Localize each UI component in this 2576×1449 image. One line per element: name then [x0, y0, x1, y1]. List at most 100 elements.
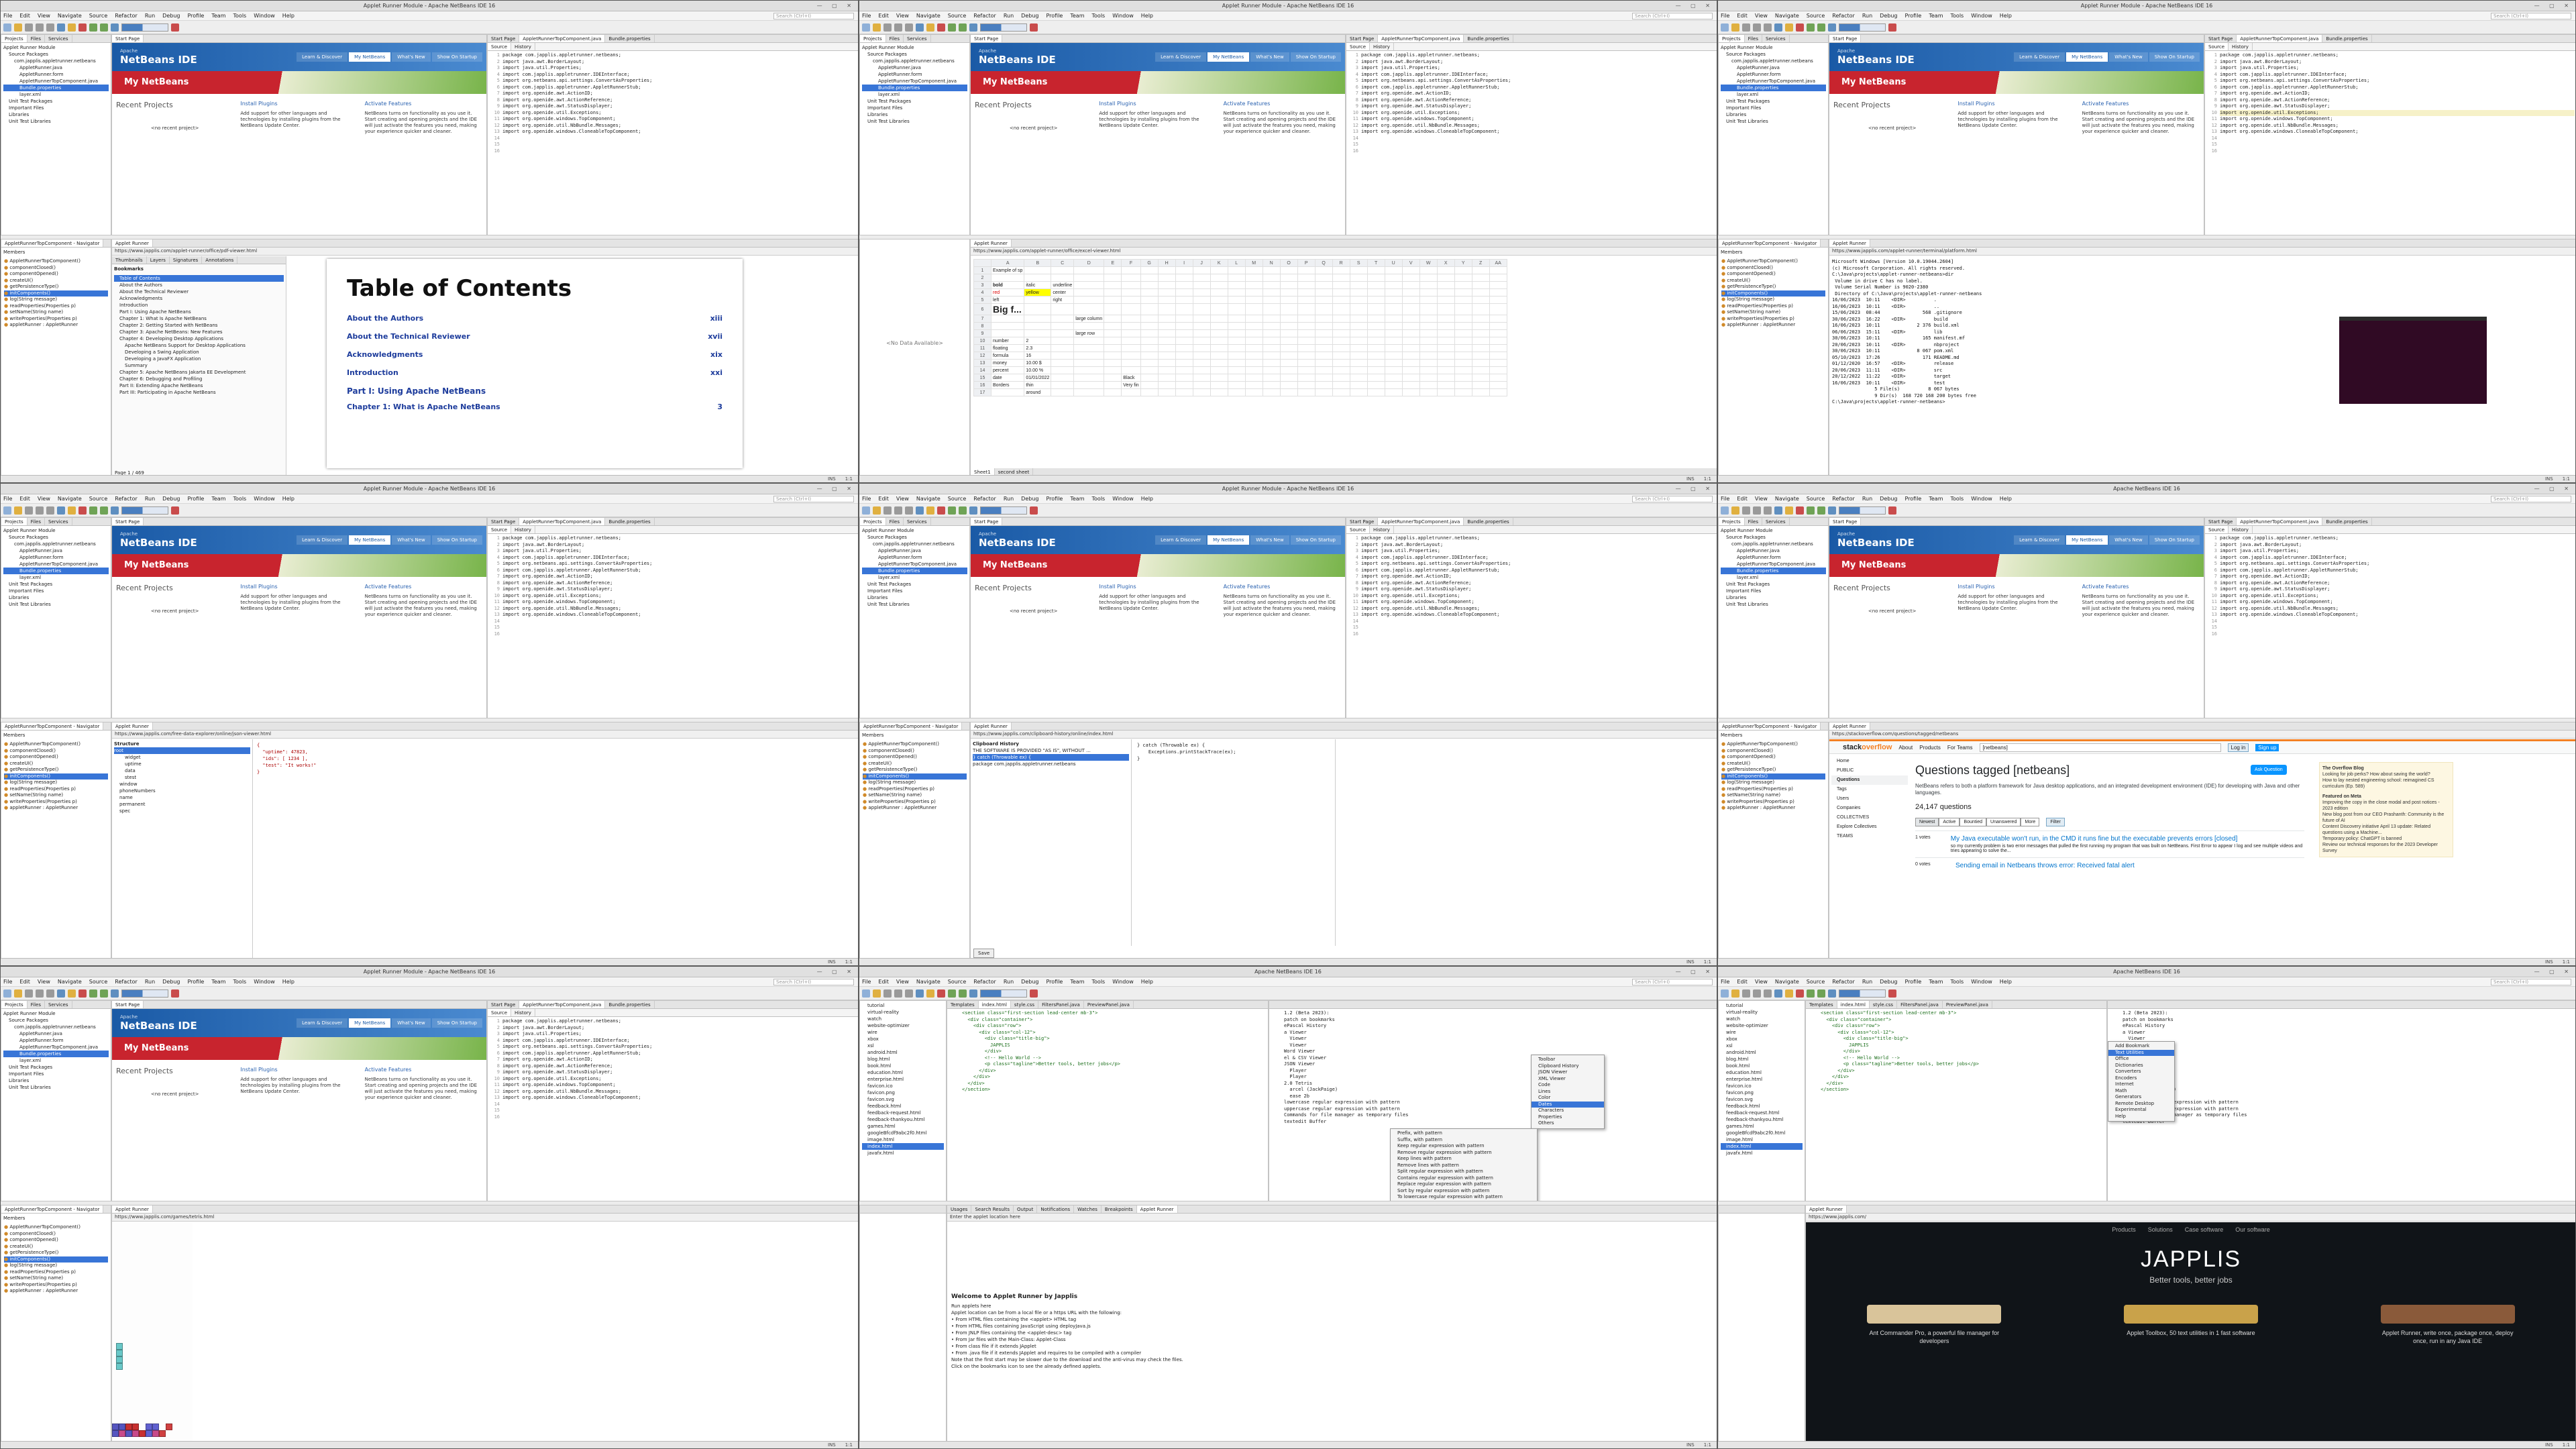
tree-node[interactable]: Source Packages [3, 534, 109, 541]
tree-node[interactable]: Libraries [862, 111, 967, 118]
navigator-item[interactable]: setName(String name) [1721, 792, 1825, 799]
sheet-cell[interactable] [1192, 315, 1211, 323]
so-nav-link[interactable]: About [1898, 745, 1913, 751]
sheet-cell[interactable] [1073, 352, 1105, 360]
menu-view[interactable]: View [1755, 13, 1768, 19]
menu-view[interactable]: View [1755, 979, 1768, 985]
menu-edit[interactable]: Edit [1737, 13, 1748, 19]
navigator-item[interactable]: appletRunner : AppletRunner [863, 805, 967, 812]
so-left-nav-item[interactable]: Tags [1831, 785, 1908, 794]
file-node[interactable]: image.html [1721, 1136, 1803, 1143]
activate-link[interactable]: Activate Features [365, 584, 412, 590]
navigator-item[interactable]: getPersistenceType() [1721, 284, 1825, 290]
file-node[interactable]: website-optimizer [862, 1022, 944, 1029]
sheet-cell[interactable] [1192, 337, 1211, 345]
menu-debug[interactable]: Debug [162, 13, 180, 19]
sheet-cell[interactable]: 10.00 % [1024, 366, 1052, 374]
sheet-cell[interactable] [1024, 274, 1052, 282]
tree-node[interactable]: Applet Runner Module [1721, 44, 1826, 51]
sheet-cell[interactable] [1279, 388, 1298, 396]
row-header[interactable]: 8 [973, 322, 991, 330]
menu-source[interactable]: Source [89, 496, 107, 502]
editor-subtab[interactable]: Source [488, 43, 512, 50]
applet-url-field[interactable]: https://www.japplis.com/applet-runner/of… [112, 248, 858, 256]
sheet-cell[interactable] [1279, 374, 1298, 382]
sheet-cell[interactable] [1104, 366, 1122, 374]
menu-file[interactable]: File [862, 496, 871, 502]
sheet-cell[interactable] [1244, 366, 1263, 374]
sheet-cell[interactable] [1227, 337, 1246, 345]
tree-node[interactable]: Important Files [862, 588, 967, 594]
profile-icon[interactable] [969, 23, 977, 32]
column-header[interactable]: E [1104, 259, 1122, 267]
menu-navigate[interactable]: Navigate [58, 13, 82, 19]
toc-chapter[interactable]: Chapter 1: What is Apache NetBeans 3 [347, 402, 722, 411]
pdf-side-tab[interactable]: Annotations [202, 256, 238, 264]
context-subitem[interactable]: Remove regular expression with pattern [1391, 1150, 1537, 1157]
context-item[interactable]: Math [2108, 1088, 2174, 1095]
sheet-cell[interactable] [1051, 352, 1075, 360]
applet-url-field[interactable]: Enter the applet location here [947, 1214, 1717, 1222]
sheet-cell[interactable] [1349, 281, 1368, 289]
profile-icon[interactable] [111, 506, 119, 515]
sheet-cell[interactable] [1366, 296, 1385, 304]
code-area[interactable]: 1 2 3 4 5 6 7 8 9 10 11 12 13 14 15 16 pa… [488, 534, 858, 637]
sheet-cell[interactable] [1192, 303, 1211, 315]
sheet-cell[interactable] [1314, 374, 1333, 382]
tree-node[interactable]: Bundle.properties [3, 568, 109, 574]
menu-navigate[interactable]: Navigate [58, 496, 82, 502]
profile-icon[interactable] [111, 23, 119, 32]
sheet-cell[interactable] [1073, 381, 1105, 389]
sheet-cell[interactable] [1227, 344, 1246, 352]
save-all-icon[interactable] [25, 506, 33, 515]
memory-gauge[interactable] [1839, 23, 1886, 32]
sheet-cell[interactable] [1051, 344, 1075, 352]
sheet-cell[interactable] [1297, 274, 1316, 282]
window-controls[interactable]: — ▢ ✕ [1676, 967, 1714, 977]
file-node[interactable]: wire [862, 1029, 944, 1036]
column-header[interactable]: J [1192, 259, 1211, 267]
sheet-cell[interactable] [1104, 322, 1122, 330]
sheet-cell[interactable] [1366, 322, 1385, 330]
bookmark-item[interactable]: Chapter 4: Developing Desktop Applicatio… [114, 335, 284, 342]
start-tab[interactable]: Show On Startup [1290, 535, 1341, 545]
sheet-cell[interactable] [1471, 288, 1490, 297]
tetris-board[interactable] [112, 1222, 193, 1442]
sheet-cell[interactable] [1454, 322, 1472, 330]
sheet-cell[interactable] [1157, 296, 1176, 304]
clipboard-item[interactable]: THE SOFTWARE IS PROVIDED "AS IS", WITHOU… [973, 747, 1129, 754]
activate-link[interactable]: Activate Features [2082, 101, 2129, 107]
sheet-cell[interactable] [1051, 374, 1075, 382]
sheet-cell[interactable] [1419, 388, 1438, 396]
undo-icon[interactable] [894, 23, 902, 32]
sheet-cell[interactable] [1384, 337, 1403, 345]
editor-tab[interactable]: Bundle.properties [2322, 35, 2372, 42]
file-node[interactable]: blog.html [862, 1056, 944, 1063]
json-node[interactable]: data [114, 767, 250, 774]
html-tab[interactable]: style.css [1870, 1001, 1898, 1008]
start-tab[interactable]: What's New [392, 1018, 431, 1028]
context-item[interactable]: Experimental [2108, 1107, 2174, 1114]
sheet-cell[interactable] [1471, 322, 1490, 330]
start-tab[interactable]: Learn & Discover [2014, 52, 2065, 62]
toc-entry[interactable]: Introduction xxi [347, 368, 722, 377]
menu-team[interactable]: Team [211, 13, 225, 19]
sheet-cell[interactable] [1332, 274, 1350, 282]
open-project-icon[interactable] [1731, 23, 1739, 32]
navigator-item[interactable]: initComponents() [1721, 290, 1825, 297]
clean-build-icon[interactable] [78, 506, 87, 515]
tree-node[interactable]: layer.xml [862, 574, 967, 581]
sheet-cell[interactable] [1297, 315, 1316, 323]
tree-node[interactable]: Bundle.properties [862, 85, 967, 91]
save-button[interactable]: Save [973, 949, 995, 958]
html-tab[interactable]: style.css [1011, 1001, 1039, 1008]
navigator-item[interactable]: componentClosed() [863, 748, 967, 755]
undo-icon[interactable] [1753, 506, 1761, 515]
html-editor[interactable]: Templates index.html style.css FiltersPanel… [947, 1000, 1269, 1201]
navigator-title[interactable]: AppletRunnerTopComponent - Navigator [1, 1205, 104, 1213]
column-header[interactable]: N [1262, 259, 1281, 267]
editor-subtab[interactable]: Source [2205, 43, 2229, 50]
sheet-cell[interactable] [1401, 359, 1420, 367]
editor-tab[interactable]: Start Page [2205, 35, 2237, 42]
sheet-cell[interactable] [1349, 352, 1368, 360]
